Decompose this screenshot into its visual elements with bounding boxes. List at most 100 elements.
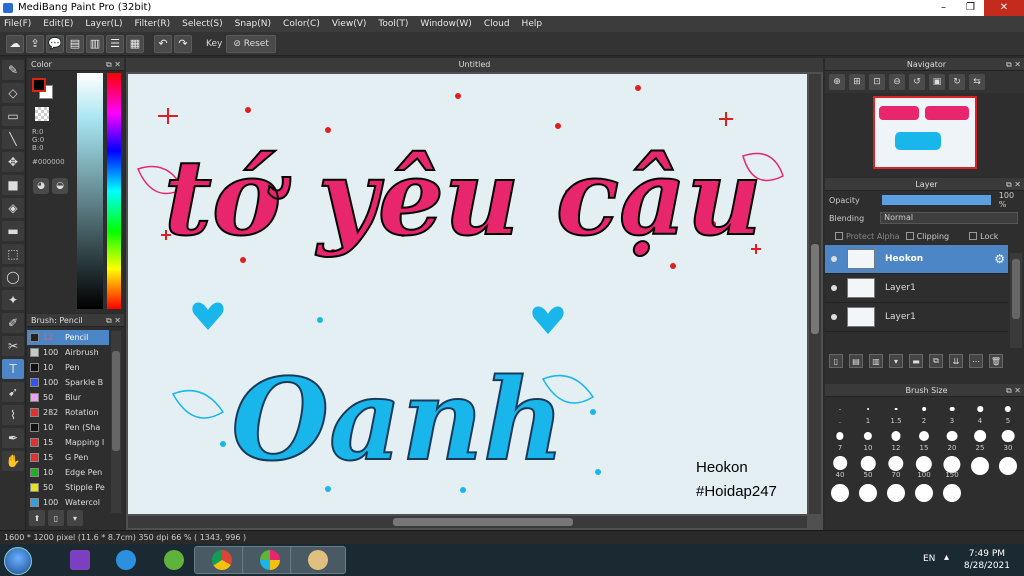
brush-item[interactable]: 10 Pen (Sha — [27, 420, 109, 435]
foreground-color-swatch[interactable] — [32, 78, 46, 92]
panel-close-icon[interactable]: ⧉ ✕ — [1006, 178, 1021, 191]
redo-icon[interactable]: ↷ — [174, 34, 192, 53]
document-tab[interactable]: Untitled — [126, 58, 823, 72]
delete-layer-icon[interactable]: 🗑 — [989, 354, 1003, 368]
select-eraser-tool-icon[interactable]: ✂ — [2, 336, 24, 356]
brush-size-option[interactable]: 20 — [940, 428, 964, 452]
undo-icon[interactable]: ↶ — [154, 34, 172, 53]
menu-help[interactable]: Help — [522, 19, 543, 29]
brush-size-option[interactable]: 15 — [912, 428, 936, 452]
brush-item[interactable]: 50 Blur — [27, 390, 109, 405]
folder-icon[interactable]: ▬ — [909, 354, 923, 368]
menu-select[interactable]: Select(S) — [182, 19, 223, 29]
gear-icon[interactable]: ⚙ — [994, 252, 1005, 266]
brush-item[interactable]: 15 Mapping I — [27, 435, 109, 450]
brush-item[interactable]: 100 Watercol — [27, 495, 109, 510]
flip-icon[interactable]: ⇆ — [969, 74, 985, 90]
brush-size-option[interactable]: 25 — [968, 428, 992, 452]
brush-size-option[interactable]: . — [828, 401, 852, 425]
layer-row[interactable]: Layer1 — [825, 274, 1008, 303]
bucket-tool-icon[interactable]: ◈ — [2, 198, 24, 218]
operation-tool-icon[interactable]: ➹ — [2, 382, 24, 402]
layer-list-scrollbar[interactable] — [1010, 253, 1022, 348]
cloud-icon[interactable]: ☁ — [6, 34, 24, 53]
brush-size-option[interactable]: 100 — [912, 455, 936, 479]
list-icon[interactable]: ☰ — [106, 34, 124, 53]
brush-size-option[interactable]: 10 — [856, 428, 880, 452]
chat-icon[interactable]: ▤ — [66, 34, 84, 53]
brush-size-option[interactable]: 12 — [884, 428, 908, 452]
brush-item[interactable]: 10 Pen — [27, 360, 109, 375]
brush-size-option[interactable] — [968, 455, 992, 479]
protect-alpha-checkbox[interactable] — [835, 232, 843, 240]
brush-size-option[interactable] — [884, 482, 908, 506]
minimize-button[interactable]: – — [930, 0, 957, 16]
line-tool-icon[interactable]: ╲ — [2, 129, 24, 149]
add-brush-icon[interactable]: ⬆ — [29, 510, 45, 526]
new-layer-icon[interactable]: ▯ — [829, 354, 843, 368]
navigator-thumbnail[interactable] — [873, 96, 977, 169]
select-pen-tool-icon[interactable]: ✐ — [2, 313, 24, 333]
saturation-value-picker[interactable] — [77, 73, 103, 309]
rotate-left-icon[interactable]: ↺ — [909, 74, 925, 90]
brush-size-option[interactable] — [856, 482, 880, 506]
brush-item[interactable]: 12 Pencil — [27, 330, 109, 345]
reset-button[interactable]: ⊘ Reset — [226, 34, 276, 53]
duplicate-layer-icon[interactable]: ⧉ — [929, 354, 943, 368]
panel-close-icon[interactable]: ⧉ ✕ — [1006, 384, 1021, 397]
rotate-right-icon[interactable]: ↻ — [949, 74, 965, 90]
blending-select[interactable]: Normal — [880, 212, 1019, 224]
text-tool-icon[interactable]: T — [2, 359, 24, 379]
canvas-vertical-scrollbar[interactable] — [809, 74, 821, 514]
brush-tool-icon[interactable]: ✎ — [2, 60, 24, 80]
brush-size-option[interactable]: 1 — [856, 401, 880, 425]
brush-item[interactable]: 15 G Pen — [27, 450, 109, 465]
menu-tool[interactable]: Tool(T) — [378, 19, 408, 29]
merge-down-icon[interactable]: ⇊ — [949, 354, 963, 368]
brush-size-option[interactable]: 1.5 — [884, 401, 908, 425]
brush-item[interactable]: 100 Sparkle B — [27, 375, 109, 390]
system-clock[interactable]: 7:49 PM 8/28/2021 — [964, 548, 1010, 572]
brush-size-option[interactable]: 7 — [828, 428, 852, 452]
eyedropper-tool-icon[interactable]: ⌇ — [2, 405, 24, 425]
canvas-horizontal-scrollbar[interactable] — [128, 516, 807, 528]
menu-filter[interactable]: Filter(R) — [135, 19, 171, 29]
new-8bit-layer-icon[interactable]: ▥ — [869, 354, 883, 368]
brush-size-option[interactable]: 50 — [856, 455, 880, 479]
brush-item[interactable]: 10 Edge Pen — [27, 465, 109, 480]
brush-size-option[interactable] — [996, 455, 1020, 479]
brush-size-option[interactable]: 3 — [940, 401, 964, 425]
gradient-tool-icon[interactable]: ▬ — [2, 221, 24, 241]
brush-size-option[interactable] — [940, 482, 964, 506]
brush-list-scrollbar[interactable] — [111, 331, 121, 513]
visibility-icon[interactable] — [831, 314, 837, 320]
magic-wand-tool-icon[interactable]: ✦ — [2, 290, 24, 310]
panel-close-icon[interactable]: ⧉ ✕ — [106, 58, 121, 71]
upload-icon[interactable]: ⇪ — [26, 34, 44, 53]
pen-tool-icon[interactable]: ✒ — [2, 428, 24, 448]
layer-row[interactable]: Heokon ⚙ — [825, 245, 1008, 274]
close-button[interactable]: ✕ — [984, 0, 1024, 16]
hue-slider[interactable] — [107, 73, 121, 309]
comment-icon[interactable]: 💬 — [46, 34, 64, 53]
fill-rect-tool-icon[interactable]: ■ — [2, 175, 24, 195]
input-language[interactable]: EN — [923, 554, 935, 564]
transparent-swatch[interactable] — [35, 107, 49, 121]
select-rect-tool-icon[interactable]: ⬚ — [2, 244, 24, 264]
menu-cloud[interactable]: Cloud — [484, 19, 510, 29]
rectangle-tool-icon[interactable]: ▭ — [2, 106, 24, 126]
menu-layer[interactable]: Layer(L) — [85, 19, 122, 29]
new-halftone-layer-icon[interactable]: ▤ — [849, 354, 863, 368]
palette-icon[interactable]: ◕ — [33, 178, 49, 194]
menu-edit[interactable]: Edit(E) — [43, 19, 73, 29]
visibility-icon[interactable] — [831, 285, 837, 291]
lock-checkbox[interactable] — [969, 232, 978, 240]
clipping-checkbox[interactable] — [905, 232, 914, 240]
move-tool-icon[interactable]: ✥ — [2, 152, 24, 172]
brush-item[interactable]: 282 Rotation — [27, 405, 109, 420]
taskbar-paint[interactable] — [290, 546, 346, 574]
brush-size-option[interactable]: 4 — [968, 401, 992, 425]
brush-size-option[interactable]: 5 — [996, 401, 1020, 425]
start-button[interactable] — [4, 547, 32, 575]
brush-size-option[interactable] — [828, 482, 852, 506]
